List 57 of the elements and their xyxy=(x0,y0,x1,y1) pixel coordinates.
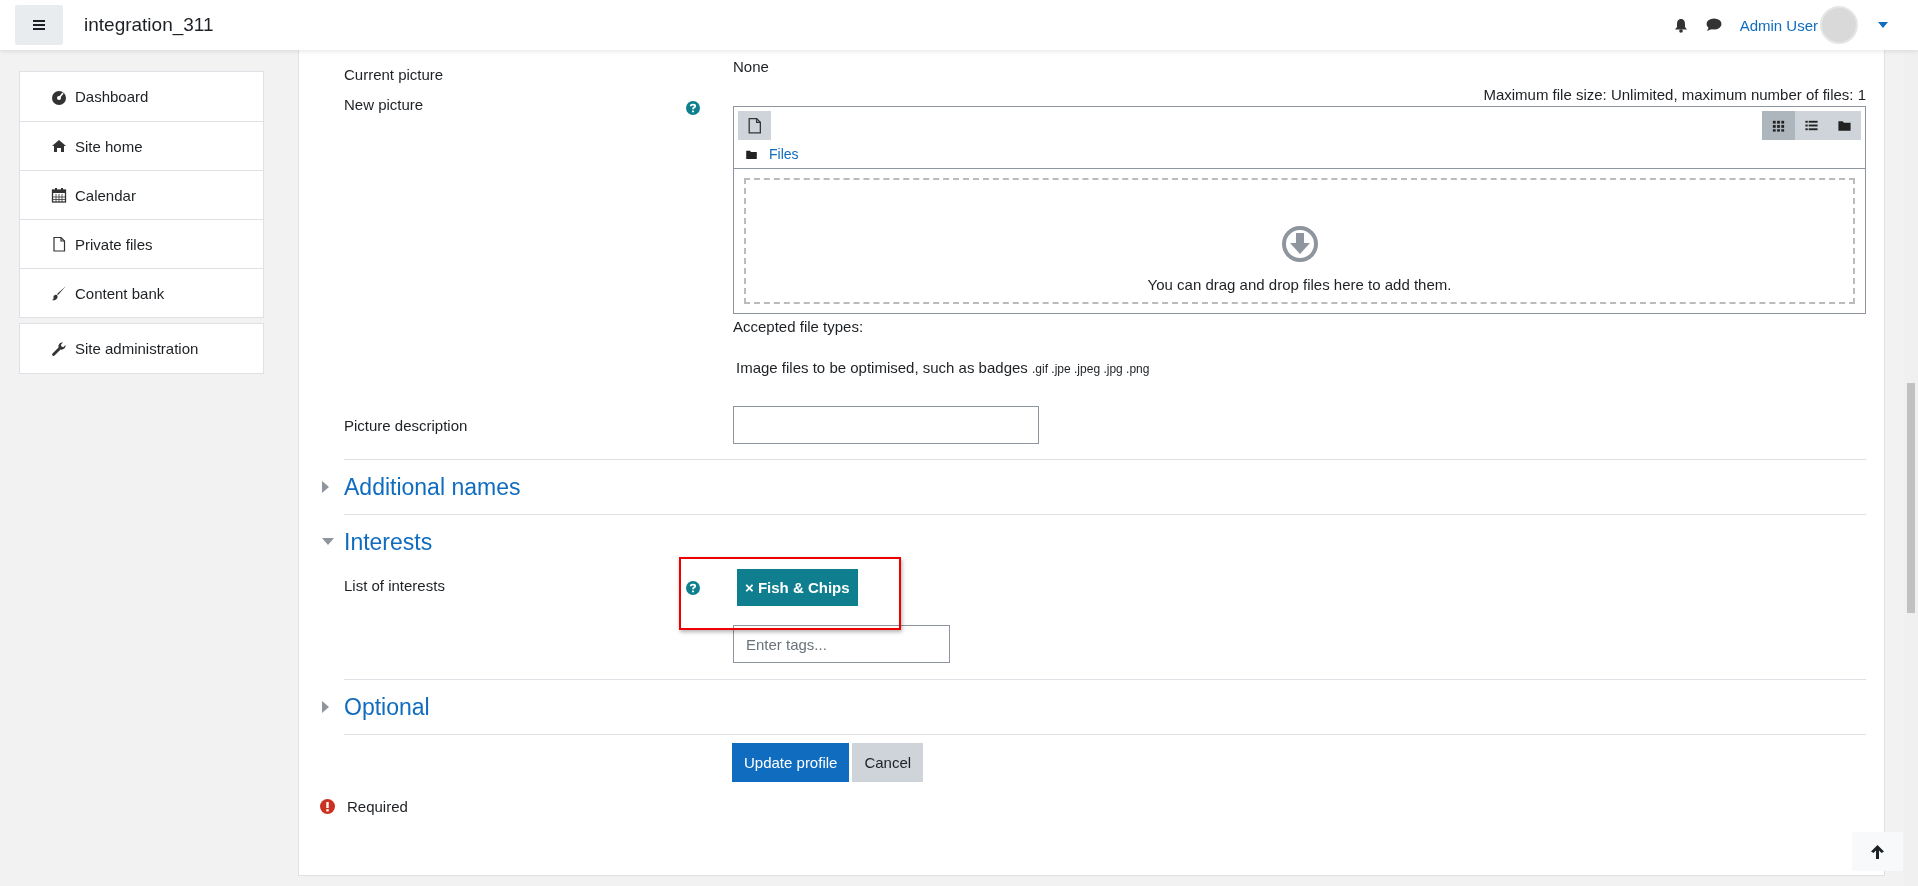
list-icon xyxy=(1804,118,1819,133)
cancel-button[interactable]: Cancel xyxy=(852,743,924,782)
collapse-icon[interactable] xyxy=(322,538,334,546)
view-toggle[interactable] xyxy=(1762,111,1795,140)
bell-icon[interactable] xyxy=(1673,17,1688,33)
sidebar-item[interactable]: Site administration xyxy=(20,324,263,373)
user-name[interactable]: Admin User xyxy=(1739,16,1818,34)
expand-icon[interactable] xyxy=(322,701,330,713)
file-icon xyxy=(746,117,763,134)
chat-icon[interactable] xyxy=(1705,18,1722,32)
add-file-button[interactable] xyxy=(738,111,771,140)
arrow-up-icon xyxy=(1871,844,1884,859)
drop-hint: You can drag and drop files here to add them. xyxy=(1147,276,1452,293)
section-heading[interactable]: Additional names xyxy=(344,473,521,501)
help-icon[interactable] xyxy=(686,581,700,595)
dashboard-icon xyxy=(51,88,67,105)
section-heading[interactable]: Interests xyxy=(344,528,433,556)
drop-zone[interactable]: You can drag and drop files here to add them. xyxy=(744,178,1855,304)
help-icon[interactable] xyxy=(686,101,700,115)
calendar-icon xyxy=(51,187,67,203)
wrench-icon xyxy=(51,340,67,357)
field-value: None xyxy=(733,58,769,75)
field-label: List of interests xyxy=(344,577,445,594)
folder-link[interactable]: Files xyxy=(769,146,799,162)
menu-icon xyxy=(33,20,45,30)
required-note: Required xyxy=(347,798,408,815)
file-icon xyxy=(51,236,67,252)
text-input[interactable] xyxy=(733,406,1039,444)
back-to-top-button[interactable] xyxy=(1852,832,1903,871)
required-icon xyxy=(320,799,335,814)
sidebar-item[interactable]: Site home xyxy=(20,121,263,170)
site-name[interactable]: integration_311 xyxy=(84,14,214,36)
field-label: Picture description xyxy=(344,416,468,434)
submit-button[interactable]: Update profile xyxy=(732,743,850,782)
tree-icon xyxy=(1837,118,1852,133)
download-icon xyxy=(1279,224,1320,264)
file-limits: Maximum file size: Unlimited, maximum number of files: 1 xyxy=(1483,86,1866,103)
scrollbar-thumb[interactable] xyxy=(1907,383,1915,613)
caret-icon[interactable] xyxy=(1878,22,1888,28)
grid-icon xyxy=(1771,118,1786,133)
view-toggle[interactable] xyxy=(1795,111,1828,140)
accepted-types: Image files to be optimised, such as badges .gif .jpe .jpeg .jpg .png xyxy=(736,359,1150,376)
brush-icon xyxy=(51,285,67,301)
field-label: Current picture xyxy=(344,66,444,83)
tag-chip[interactable]: × Fish & Chips xyxy=(737,569,858,606)
expand-icon[interactable] xyxy=(322,481,330,493)
sidebar-item[interactable]: Content bank xyxy=(20,268,263,317)
menu-button[interactable] xyxy=(15,5,63,45)
accepted-label: Accepted file types: xyxy=(733,318,864,335)
field-label: New picture xyxy=(344,96,424,113)
tags-input[interactable]: Enter tags... xyxy=(733,625,950,663)
sidebar-item[interactable]: Dashboard xyxy=(20,72,263,121)
view-toggle[interactable] xyxy=(1828,111,1861,140)
home-icon xyxy=(51,138,67,154)
section-heading[interactable]: Optional xyxy=(344,693,430,721)
sidebar-item[interactable]: Calendar xyxy=(20,170,263,219)
sidebar-item[interactable]: Private files xyxy=(20,219,263,268)
